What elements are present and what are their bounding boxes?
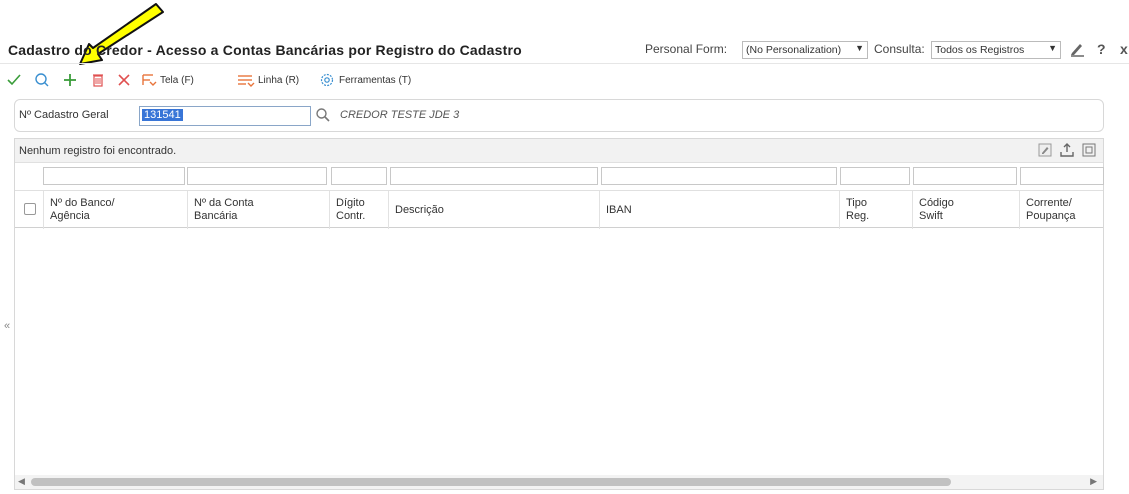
help-icon[interactable]: ? — [1097, 41, 1106, 57]
divider — [0, 63, 1129, 64]
search-icon — [35, 73, 49, 87]
filter-corrente[interactable] — [1020, 167, 1104, 185]
scroll-left-icon[interactable]: ◀ — [18, 476, 25, 487]
column-header[interactable]: Nº da Conta Bancária — [187, 191, 329, 229]
add-button[interactable] — [62, 68, 78, 92]
scrollbar-thumb[interactable] — [31, 478, 951, 486]
dropdown-arrow-icon: ▼ — [855, 43, 864, 53]
collapse-panel-icon[interactable]: « — [4, 320, 10, 332]
export-icon[interactable] — [1059, 142, 1075, 158]
maximize-grid-icon[interactable] — [1081, 142, 1097, 158]
column-header[interactable]: Descrição — [388, 191, 599, 229]
consulta-label: Consulta: — [874, 42, 925, 56]
grid-message: Nenhum registro foi encontrado. — [19, 145, 177, 157]
column-header-line2: Contr. — [336, 210, 366, 222]
column-header-line1: Código — [919, 197, 954, 209]
linha-label: Linha (R) — [258, 74, 300, 86]
column-header-line2: Reg. — [846, 210, 870, 222]
consulta-value: Todos os Registros — [935, 44, 1025, 56]
tela-label: Tela (F) — [160, 74, 194, 86]
column-header-line1: Nº da Conta — [194, 197, 254, 209]
select-all-checkbox[interactable] — [24, 203, 36, 215]
ferramentas-menu[interactable]: Ferramentas (T) — [319, 68, 411, 92]
column-header-line2: Bancária — [194, 210, 238, 222]
column-header-line1: Descrição — [395, 203, 444, 216]
annotation-arrow — [79, 3, 164, 65]
consulta-select[interactable]: Todos os Registros ▼ — [931, 41, 1061, 59]
dropdown-arrow-icon: ▼ — [1048, 43, 1057, 53]
grid-tools — [1037, 142, 1097, 158]
column-header[interactable]: Corrente/Poupança — [1019, 191, 1105, 229]
filter-swift[interactable] — [913, 167, 1017, 185]
grid-edit-icon[interactable] — [1037, 142, 1053, 158]
column-header[interactable]: Tipo Reg. — [839, 191, 912, 229]
filter-tipo[interactable] — [840, 167, 910, 185]
column-header-line2: Swift — [919, 210, 943, 222]
ok-button[interactable] — [6, 68, 22, 92]
filter-conta[interactable] — [187, 167, 327, 185]
column-header[interactable]: Código Swift — [912, 191, 1019, 229]
filter-banco[interactable] — [43, 167, 185, 185]
personal-form-select[interactable]: (No Personalization) ▼ — [742, 41, 868, 59]
close-icon — [118, 74, 130, 86]
filter-row — [15, 164, 1104, 188]
column-header-row: Nº do Banco/Agência Nº da Conta Bancária … — [15, 190, 1105, 229]
pencil-icon[interactable] — [1069, 41, 1085, 60]
linha-menu[interactable]: Linha (R) — [236, 68, 299, 92]
grid-header-bar: Nenhum registro foi encontrado. — [15, 139, 1103, 163]
close-window-icon[interactable]: x — [1120, 41, 1128, 57]
filter-descricao[interactable] — [390, 167, 598, 185]
column-header[interactable]: IBAN — [599, 191, 839, 229]
credor-description: CREDOR TESTE JDE 3 — [340, 109, 460, 121]
checkmark-icon — [7, 74, 21, 86]
column-header-line1: Tipo — [846, 197, 867, 209]
column-header-line1: Nº do Banco/ — [50, 197, 115, 209]
cadastro-geral-label: Nº Cadastro Geral — [19, 109, 109, 121]
filter-iban[interactable] — [601, 167, 837, 185]
personal-form-label: Personal Form: — [645, 42, 728, 56]
column-header[interactable]: Dígito Contr. — [329, 191, 388, 229]
cancel-button[interactable] — [116, 68, 132, 92]
filter-digito[interactable] — [331, 167, 387, 185]
search-icon[interactable] — [315, 107, 331, 128]
trash-icon — [93, 74, 103, 87]
column-header-line1: Corrente/ — [1026, 197, 1072, 209]
results-grid: Nenhum registro foi encontrado. Nº do Ba… — [14, 138, 1104, 490]
column-header-line2: Poupança — [1026, 210, 1076, 222]
page-title: Cadastro do Credor - Acesso a Contas Ban… — [8, 42, 522, 58]
gear-icon — [320, 73, 334, 87]
toolbar: Tela (F) Linha (R) Ferramentas (T) — [0, 68, 1129, 92]
find-button[interactable] — [34, 68, 50, 92]
horizontal-scrollbar[interactable]: ◀ ▶ — [15, 475, 1103, 489]
cadastro-geral-input[interactable]: 131541 — [139, 106, 311, 126]
column-header-line1: IBAN — [606, 203, 632, 216]
plus-icon — [64, 74, 76, 86]
personal-form-value: (No Personalization) — [746, 44, 842, 56]
delete-button[interactable] — [90, 68, 106, 92]
row-menu-icon — [238, 75, 255, 87]
ferramentas-label: Ferramentas (T) — [339, 74, 412, 86]
tela-menu[interactable]: Tela (F) — [140, 68, 194, 92]
form-menu-icon — [142, 74, 157, 86]
column-header-line1: Dígito — [336, 197, 365, 209]
scroll-right-icon[interactable]: ▶ — [1090, 476, 1097, 487]
cadastro-geral-value: 131541 — [142, 109, 183, 121]
column-header[interactable]: Nº do Banco/Agência — [43, 191, 187, 229]
column-header-line2: Agência — [50, 210, 90, 222]
